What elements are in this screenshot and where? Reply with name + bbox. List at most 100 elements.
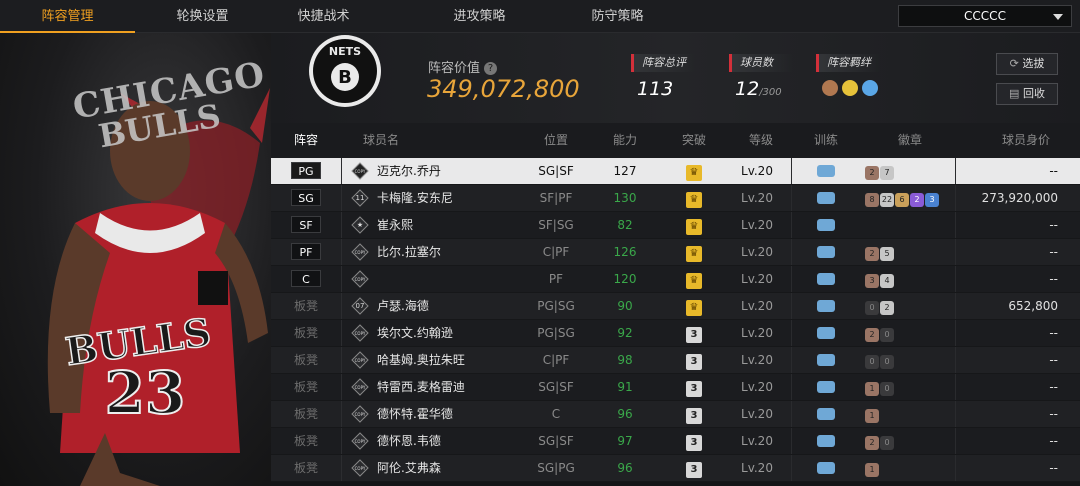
table-row[interactable]: 板凳 COPY 德怀恩.韦德 SG|SF 97 3 Lv.20 2 0 -- xyxy=(271,428,1080,455)
table-row[interactable]: 板凳 COPY 德怀特.霍华德 C 96 3 Lv.20 1 -- xyxy=(271,401,1080,428)
col-name[interactable]: 球员名 xyxy=(351,123,411,158)
training-icon[interactable] xyxy=(817,165,835,177)
badge-dark-icon[interactable]: 0 xyxy=(865,355,879,369)
column-divider xyxy=(341,428,342,454)
badge-bronze-icon[interactable]: 2 xyxy=(865,328,879,342)
col-training[interactable]: 训练 xyxy=(801,123,851,158)
breakthrough-level-icon[interactable]: 3 xyxy=(686,435,702,451)
training-icon[interactable] xyxy=(817,381,835,393)
player-name[interactable]: 迈克尔.乔丹 xyxy=(377,158,527,184)
tab-rotation[interactable]: 轮换设置 xyxy=(135,0,270,33)
badge-dark-icon[interactable]: 0 xyxy=(880,328,894,342)
tab-lineup[interactable]: 阵容管理 xyxy=(0,0,135,33)
training-icon[interactable] xyxy=(817,408,835,420)
crown-icon[interactable]: ♛ xyxy=(686,273,702,289)
select-button[interactable]: ⟳ 选拔 xyxy=(996,53,1058,75)
player-name[interactable]: 卡梅隆.安东尼 xyxy=(377,185,527,211)
badge-list: 1 xyxy=(865,455,955,481)
svg-text:COPY: COPY xyxy=(355,169,366,174)
table-row[interactable]: 板凳 COPY 埃尔文.约翰逊 PG|SG 92 3 Lv.20 2 0 -- xyxy=(271,320,1080,347)
player-name[interactable] xyxy=(377,266,527,292)
training-icon[interactable] xyxy=(817,327,835,339)
training-icon[interactable] xyxy=(817,192,835,204)
recycle-button[interactable]: ▤ 回收 xyxy=(996,83,1058,105)
breakthrough-level-icon[interactable]: 3 xyxy=(686,462,702,478)
player-name[interactable]: 阿伦.艾弗森 xyxy=(377,455,527,481)
tab-quick-tactics[interactable]: 快捷战术 xyxy=(256,0,391,33)
player-name[interactable]: 埃尔文.约翰逊 xyxy=(377,320,527,346)
badge-silver-icon[interactable]: 4 xyxy=(880,274,894,288)
tab-defense[interactable]: 防守策略 xyxy=(550,0,685,33)
table-row[interactable]: SG 11 卡梅隆.安东尼 SF|PF 130 ♛ Lv.20 8 22 6 2 3 273,920,0… xyxy=(271,185,1080,212)
training-icon[interactable] xyxy=(817,354,835,366)
badge-dark-icon[interactable]: 0 xyxy=(865,301,879,315)
col-position[interactable]: 位置 xyxy=(526,123,586,158)
player-name[interactable]: 哈基姆.奥拉朱旺 xyxy=(377,347,527,373)
training-icon[interactable] xyxy=(817,246,835,258)
tab-offense[interactable]: 进攻策略 xyxy=(412,0,547,33)
badge-gold-icon[interactable]: 6 xyxy=(895,193,909,207)
table-row[interactable]: 板凳 COPY 特雷西.麦格雷迪 SG|SF 91 3 Lv.20 1 0 -- xyxy=(271,374,1080,401)
training-icon[interactable] xyxy=(817,462,835,474)
col-badges[interactable]: 徽章 xyxy=(865,123,955,158)
table-row[interactable]: PG COPY 迈克尔.乔丹 SG|SF 127 ♛ Lv.20 2 7 -- xyxy=(271,158,1080,185)
player-position: PG|SG xyxy=(537,299,575,313)
badge-bronze-icon[interactable]: 2 xyxy=(865,166,879,180)
training-icon[interactable] xyxy=(817,273,835,285)
training-icon[interactable] xyxy=(817,300,835,312)
badge-blue-icon[interactable]: 3 xyxy=(925,193,939,207)
player-name[interactable]: 德怀特.霍华德 xyxy=(377,401,527,427)
badge-dark-icon[interactable]: 0 xyxy=(880,436,894,450)
badge-silver-icon[interactable]: 22 xyxy=(880,193,894,207)
table-row[interactable]: 板凳 COPY 阿伦.艾弗森 SG|PG 96 3 Lv.20 1 -- xyxy=(271,455,1080,482)
badge-bronze-icon[interactable]: 1 xyxy=(865,463,879,477)
player-card-icon: COPY xyxy=(351,351,369,369)
col-slot[interactable]: 阵容 xyxy=(271,123,341,158)
breakthrough-level-icon[interactable]: 3 xyxy=(686,327,702,343)
svg-text:COPY: COPY xyxy=(355,358,366,363)
badge-silver-icon[interactable]: 5 xyxy=(880,247,894,261)
badge-dark-icon[interactable]: 0 xyxy=(880,355,894,369)
badge-silver-icon[interactable]: 2 xyxy=(880,301,894,315)
team-dropdown[interactable]: CCCCC xyxy=(898,5,1072,27)
breakthrough-level-icon[interactable]: 3 xyxy=(686,381,702,397)
chem-gold-icon[interactable] xyxy=(842,80,858,96)
badge-bronze-icon[interactable]: 1 xyxy=(865,382,879,396)
badge-silver-icon[interactable]: 7 xyxy=(880,166,894,180)
badge-bronze-icon[interactable]: 8 xyxy=(865,193,879,207)
table-row[interactable]: SF ★ 崔永熙 SF|SG 82 ♛ Lv.20 -- xyxy=(271,212,1080,239)
table-row[interactable]: 板凳 07 卢瑟.海德 PG|SG 90 ♛ Lv.20 0 2 652,800 xyxy=(271,293,1080,320)
crown-icon[interactable]: ♛ xyxy=(686,192,702,208)
player-name[interactable]: 特雷西.麦格雷迪 xyxy=(377,374,527,400)
badge-bronze-icon[interactable]: 1 xyxy=(865,409,879,423)
player-name[interactable]: 卢瑟.海德 xyxy=(377,293,527,319)
crown-icon[interactable]: ♛ xyxy=(686,219,702,235)
chem-blue-icon[interactable] xyxy=(862,80,878,96)
training-icon[interactable] xyxy=(817,435,835,447)
stat-player-count: 球员数 12/300 xyxy=(729,54,793,100)
table-row[interactable]: C COPY PF 120 ♛ Lv.20 3 4 -- xyxy=(271,266,1080,293)
badge-bronze-icon[interactable]: 3 xyxy=(865,274,879,288)
col-level[interactable]: 等级 xyxy=(731,123,791,158)
help-icon[interactable]: ? xyxy=(484,62,498,75)
table-row[interactable]: PF COPY 比尔.拉塞尔 C|PF 126 ♛ Lv.20 2 5 -- xyxy=(271,239,1080,266)
badge-bronze-icon[interactable]: 2 xyxy=(865,436,879,450)
row-slot: 板凳 xyxy=(271,347,341,373)
crown-icon[interactable]: ♛ xyxy=(686,246,702,262)
player-name[interactable]: 崔永熙 xyxy=(377,212,527,238)
training-icon[interactable] xyxy=(817,219,835,231)
badge-dark-icon[interactable]: 0 xyxy=(880,382,894,396)
breakthrough-level-icon[interactable]: 3 xyxy=(686,354,702,370)
table-row[interactable]: 板凳 COPY 哈基姆.奥拉朱旺 C|PF 98 3 Lv.20 0 0 -- xyxy=(271,347,1080,374)
breakthrough-level-icon[interactable]: 3 xyxy=(686,408,702,424)
crown-icon[interactable]: ♛ xyxy=(686,165,702,181)
crown-icon[interactable]: ♛ xyxy=(686,300,702,316)
col-rating[interactable]: 能力 xyxy=(595,123,655,158)
player-name[interactable]: 比尔.拉塞尔 xyxy=(377,239,527,265)
col-salary[interactable]: 球员身价 xyxy=(991,123,1061,158)
chem-bronze-icon[interactable] xyxy=(822,80,838,96)
badge-bronze-icon[interactable]: 2 xyxy=(865,247,879,261)
badge-purple-icon[interactable]: 2 xyxy=(910,193,924,207)
player-name[interactable]: 德怀恩.韦德 xyxy=(377,428,527,454)
col-breakthrough[interactable]: 突破 xyxy=(664,123,724,158)
